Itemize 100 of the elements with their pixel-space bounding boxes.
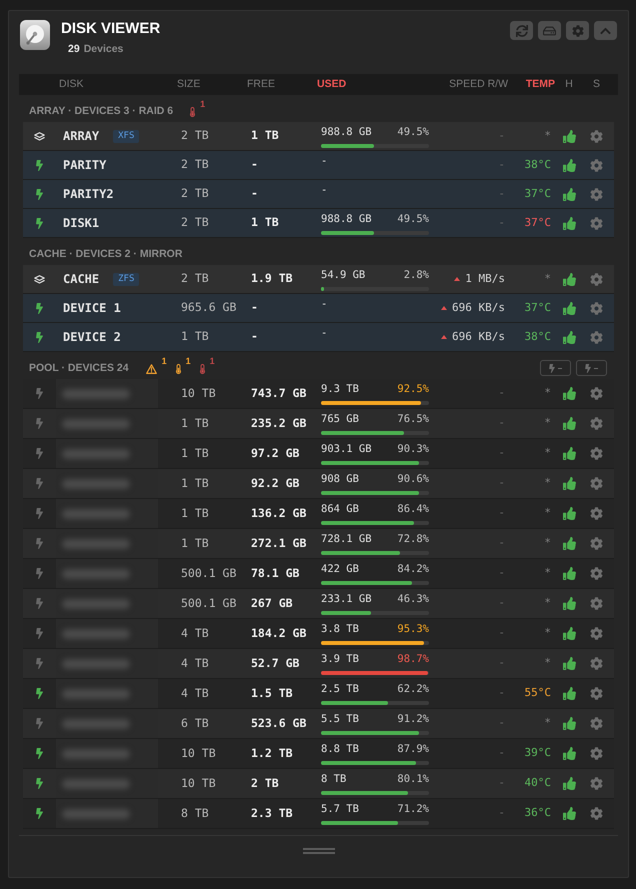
alert-count: 1 bbox=[186, 356, 191, 366]
used-value: 765 GB bbox=[321, 413, 359, 426]
settings-icon[interactable] bbox=[590, 447, 603, 460]
settings-icon bbox=[572, 24, 584, 36]
size-value: 10 TB bbox=[181, 384, 216, 402]
settings-icon[interactable] bbox=[590, 507, 603, 520]
device-count: 29 bbox=[68, 42, 80, 56]
disk-name: DISK1 bbox=[63, 215, 100, 232]
spin-filter-button[interactable] bbox=[540, 360, 571, 376]
temperature-value: * bbox=[544, 595, 551, 612]
drive-button[interactable] bbox=[538, 21, 561, 40]
settings-icon[interactable] bbox=[590, 272, 603, 286]
settings-icon[interactable] bbox=[590, 567, 603, 580]
column-header: USED bbox=[317, 78, 346, 90]
size-value: 4 TB bbox=[181, 684, 209, 702]
settings-icon[interactable] bbox=[590, 130, 603, 142]
free-value: 1 TB bbox=[251, 127, 279, 144]
used-value: 3.8 TB bbox=[321, 623, 359, 636]
column-header: SIZE bbox=[177, 78, 200, 90]
disk-name: DEVICE 2 bbox=[63, 329, 121, 346]
speed-value: - bbox=[498, 128, 505, 144]
refresh-icon bbox=[516, 24, 528, 36]
temperature-value: * bbox=[544, 445, 551, 462]
speed-value: - bbox=[498, 655, 505, 672]
free-value: - bbox=[251, 156, 258, 174]
column-header: H bbox=[565, 78, 573, 90]
used-value: 233.1 GB bbox=[321, 593, 372, 606]
settings-icon[interactable] bbox=[590, 417, 603, 430]
settings-icon[interactable] bbox=[590, 387, 603, 400]
free-value: 136.2 GB bbox=[251, 504, 306, 522]
settings-icon[interactable] bbox=[590, 537, 603, 550]
settings-icon[interactable] bbox=[590, 302, 603, 314]
used-percent: 76.5% bbox=[397, 413, 429, 426]
speed-value: - bbox=[498, 805, 505, 822]
alert-count: 1 bbox=[210, 356, 215, 366]
used-percent: 49.5% bbox=[397, 213, 429, 226]
used-percent: 90.6% bbox=[397, 473, 429, 486]
settings-icon[interactable] bbox=[590, 627, 603, 640]
device-count-label: Devices bbox=[84, 42, 124, 56]
lightning-icon bbox=[585, 364, 591, 372]
used-percent: 84.2% bbox=[397, 563, 429, 576]
settings-icon[interactable] bbox=[590, 216, 603, 230]
free-value: 267 GB bbox=[251, 594, 293, 612]
settings-icon[interactable] bbox=[590, 158, 603, 172]
used-value: - bbox=[321, 298, 328, 311]
temperature-value: 37°C bbox=[524, 300, 551, 316]
speed-value: 696 KB/s bbox=[452, 300, 505, 316]
settings-icon[interactable] bbox=[590, 188, 603, 200]
speed-value: - bbox=[498, 385, 505, 402]
used-percent: 91.2% bbox=[397, 713, 429, 726]
spin-filter-button[interactable] bbox=[576, 360, 607, 376]
used-value: 728.1 GB bbox=[321, 533, 372, 546]
used-percent: 92.5% bbox=[397, 383, 429, 396]
temperature-value: * bbox=[544, 128, 551, 144]
column-header: TEMP bbox=[526, 78, 555, 90]
size-value: 4 TB bbox=[181, 654, 209, 672]
thermometer-icon bbox=[190, 107, 196, 117]
hard-disk-app-icon bbox=[20, 20, 50, 50]
size-value: 10 TB bbox=[181, 744, 216, 762]
free-value: 2 TB bbox=[251, 774, 279, 792]
layers-icon bbox=[34, 274, 45, 284]
settings-icon[interactable] bbox=[590, 777, 603, 790]
used-value: 3.9 TB bbox=[321, 653, 359, 666]
lightning-icon bbox=[549, 364, 555, 372]
settings-icon[interactable] bbox=[590, 807, 603, 820]
settings-button[interactable] bbox=[566, 21, 589, 40]
settings-icon[interactable] bbox=[590, 687, 603, 700]
temperature-value: * bbox=[544, 505, 551, 522]
speed-value: - bbox=[498, 505, 505, 522]
size-value: 4 TB bbox=[181, 624, 209, 642]
speed-value: - bbox=[498, 415, 505, 432]
temperature-value: 37°C bbox=[524, 214, 551, 231]
temperature-value: 55°C bbox=[524, 685, 551, 702]
disk-name: PARITY2 bbox=[63, 186, 114, 203]
settings-icon[interactable] bbox=[590, 477, 603, 490]
settings-icon[interactable] bbox=[590, 747, 603, 760]
speed-value: - bbox=[498, 565, 505, 582]
used-percent: 90.3% bbox=[397, 443, 429, 456]
used-value: 54.9 GB bbox=[321, 269, 366, 282]
disk-name: DEVICE 1 bbox=[63, 300, 121, 317]
settings-icon[interactable] bbox=[590, 330, 603, 344]
settings-icon[interactable] bbox=[590, 717, 603, 730]
size-value: 8 TB bbox=[181, 804, 209, 822]
used-value: 2.5 TB bbox=[321, 683, 359, 696]
drag-handle-icon[interactable] bbox=[302, 848, 334, 854]
used-value: 5.5 TB bbox=[321, 713, 359, 726]
used-value: 422 GB bbox=[321, 563, 359, 576]
used-percent: 71.2% bbox=[397, 803, 429, 816]
temperature-value: * bbox=[544, 715, 551, 732]
refresh-button[interactable] bbox=[510, 21, 533, 40]
settings-icon[interactable] bbox=[590, 657, 603, 670]
collapse-button[interactable] bbox=[594, 21, 617, 40]
alert-count: 1 bbox=[200, 99, 206, 109]
used-percent: 87.9% bbox=[397, 743, 429, 756]
used-percent: 72.8% bbox=[397, 533, 429, 546]
free-value: 2.3 TB bbox=[251, 804, 293, 822]
free-value: 97.2 GB bbox=[251, 444, 300, 462]
warning-icon bbox=[146, 364, 157, 374]
column-header: FREE bbox=[247, 78, 276, 90]
settings-icon[interactable] bbox=[590, 597, 603, 610]
